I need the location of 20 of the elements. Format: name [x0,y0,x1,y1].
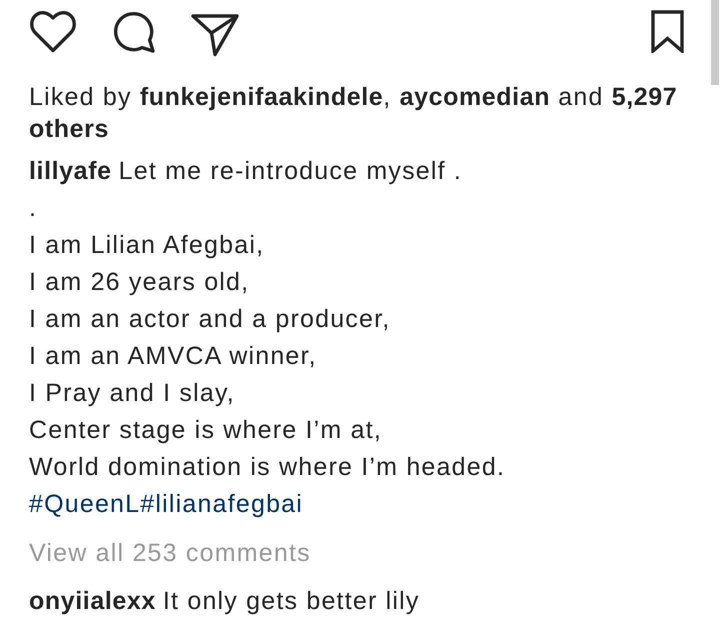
caption-line: I am 26 years old, [29,267,250,298]
caption-username[interactable]: lillyafe [29,153,112,190]
caption-line: . [29,193,38,224]
paper-plane-icon[interactable] [191,13,239,57]
speech-bubble-icon[interactable] [112,10,156,53]
caption-line: I am an AMVCA winner, [29,341,318,372]
heart-icon[interactable] [29,10,77,53]
caption-line: I am an actor and a producer, [29,304,392,335]
caption-text: Let me re-introduce myself . [118,156,462,187]
scrollbar[interactable] [711,0,719,85]
comment-username[interactable]: onyiialexx [29,583,156,620]
hashtag-link[interactable]: #QueenL [29,486,140,523]
comment-text: It only gets better lily [162,586,420,617]
caption-line: Center stage is where I’m at, [29,415,383,446]
bookmark-icon[interactable] [651,10,684,53]
caption-line: I Pray and I slay, [29,378,236,409]
likes-summary: Liked by funkejenifaakindele, aycomedian and 5,297 others [29,82,678,145]
hashtag-link[interactable]: #lilianafegbai [140,486,304,523]
caption-line: World domination is where I’m headed. [29,452,506,483]
caption-line: I am Lilian Afegbai, [29,230,266,261]
